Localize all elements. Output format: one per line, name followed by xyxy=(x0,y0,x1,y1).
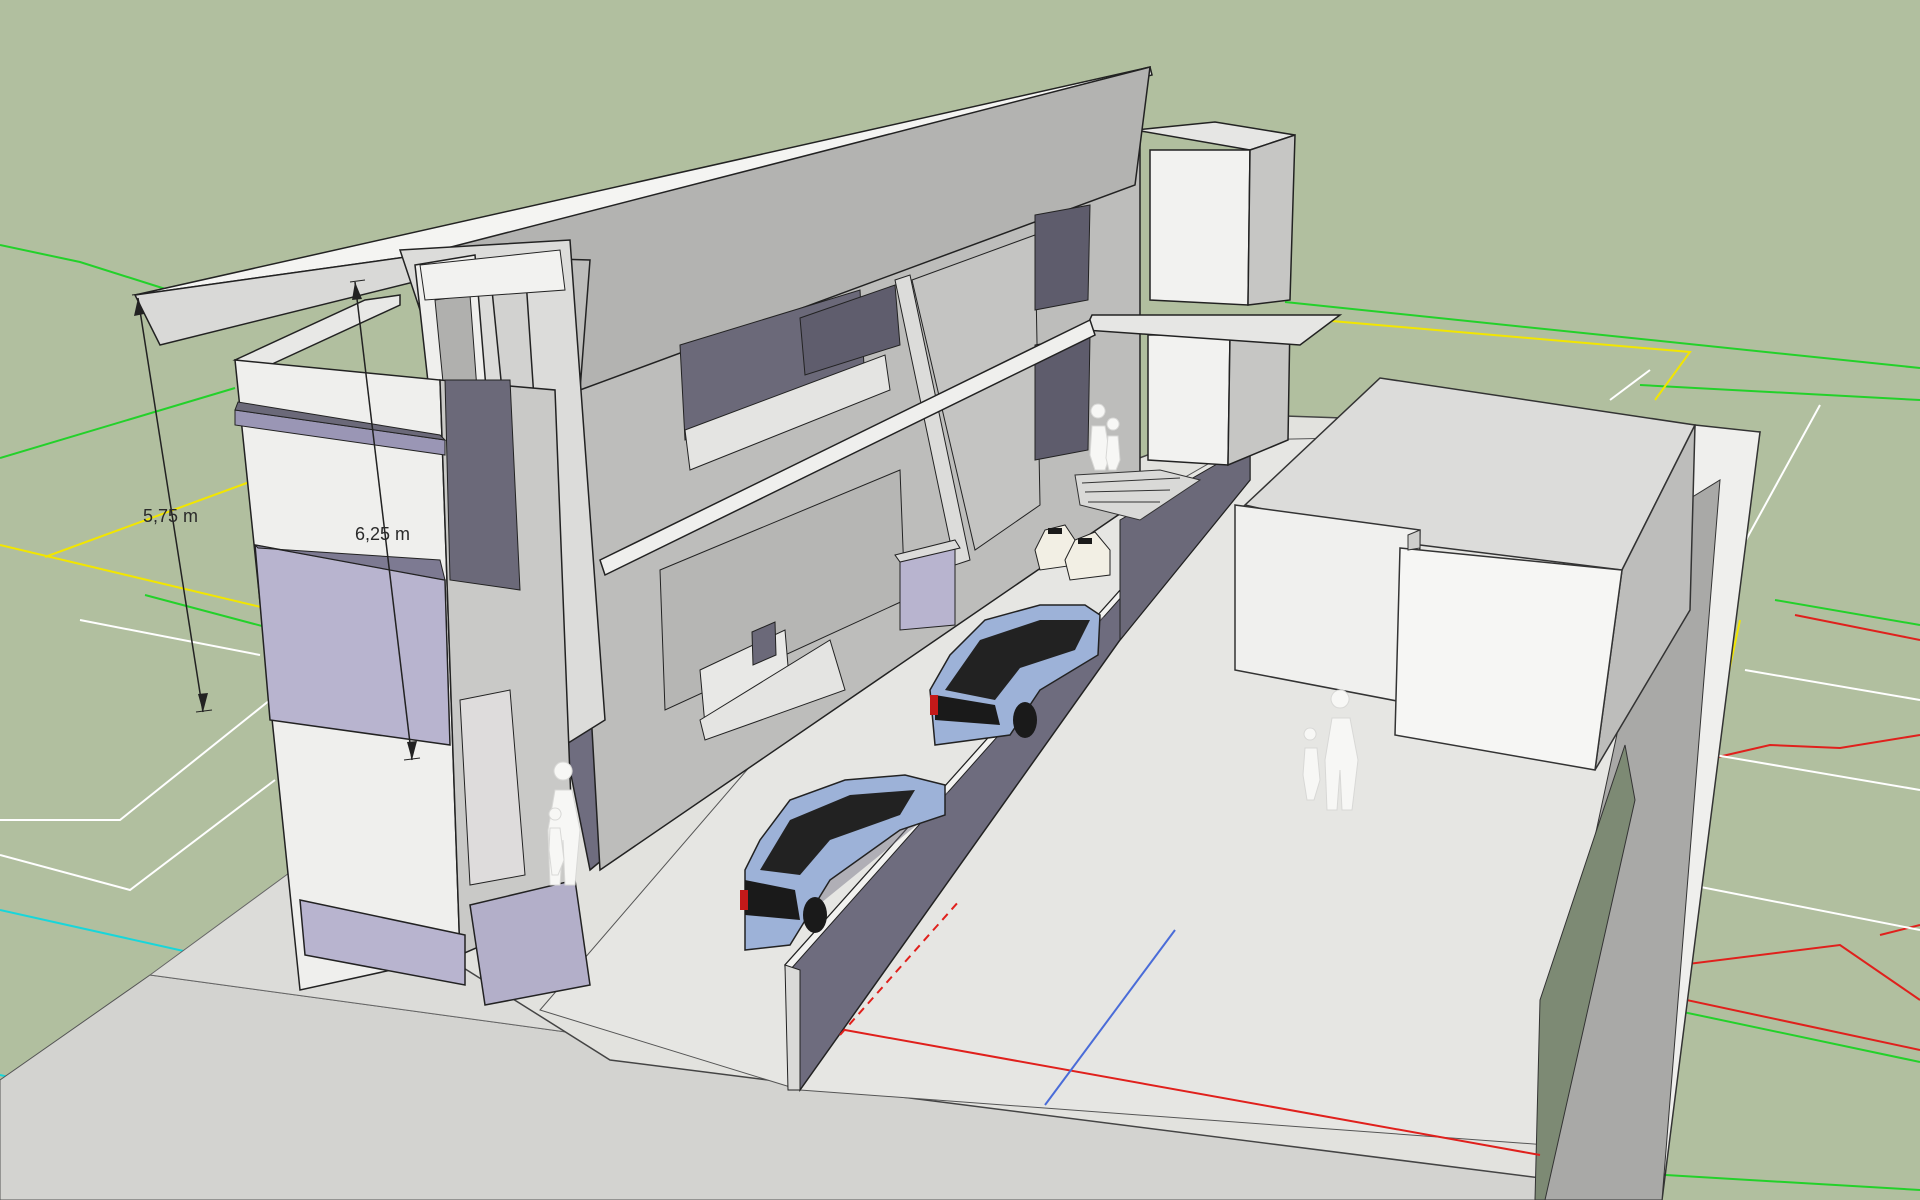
guide-line-white xyxy=(1744,669,1920,701)
dimension-5-75[interactable]: 5,75 m xyxy=(131,292,213,713)
scooter-seat xyxy=(1048,528,1062,534)
guide-line-green xyxy=(0,244,176,293)
car-wheel xyxy=(803,897,827,933)
car-wheel xyxy=(1013,702,1037,738)
tower-dark-slot xyxy=(444,379,521,591)
guide-line-white xyxy=(1714,754,1920,791)
guide-line-white xyxy=(1664,879,1920,931)
dimension-arrow-bottom xyxy=(198,693,208,712)
guide-line-green xyxy=(1284,301,1920,369)
guide-line-green xyxy=(0,387,236,459)
stair-tower-lower xyxy=(1147,334,1231,466)
guide-line-white xyxy=(0,779,276,892)
divider-wall-end xyxy=(784,964,801,1091)
dimension-extension xyxy=(195,709,213,713)
guide-line-green xyxy=(1774,599,1920,626)
stair-tower-side xyxy=(1247,133,1296,306)
car-taillight xyxy=(930,695,938,715)
3d-model-viewport[interactable]: 5,75 m 6,25 m xyxy=(0,0,1920,1200)
person-figure xyxy=(1105,417,1121,471)
car-taillight xyxy=(740,890,748,910)
dimension-label: 6,25 m xyxy=(355,524,410,544)
stair-tower-front xyxy=(1149,149,1251,306)
dark-opening xyxy=(1034,204,1091,311)
dimension-line xyxy=(137,297,204,713)
guide-line-red xyxy=(1794,614,1920,641)
scooter-seat xyxy=(1078,538,1092,544)
guide-line-green xyxy=(1639,384,1920,401)
annex-front-right xyxy=(1394,547,1623,771)
guide-line-white xyxy=(79,619,261,656)
guide-line-white xyxy=(0,699,271,821)
guide-line-yellow xyxy=(0,544,266,609)
guide-line-green xyxy=(1649,1004,1920,1063)
annex-front-left xyxy=(1234,504,1421,706)
dimension-label: 5,75 m xyxy=(143,506,198,526)
guide-line-red xyxy=(1704,734,1920,761)
